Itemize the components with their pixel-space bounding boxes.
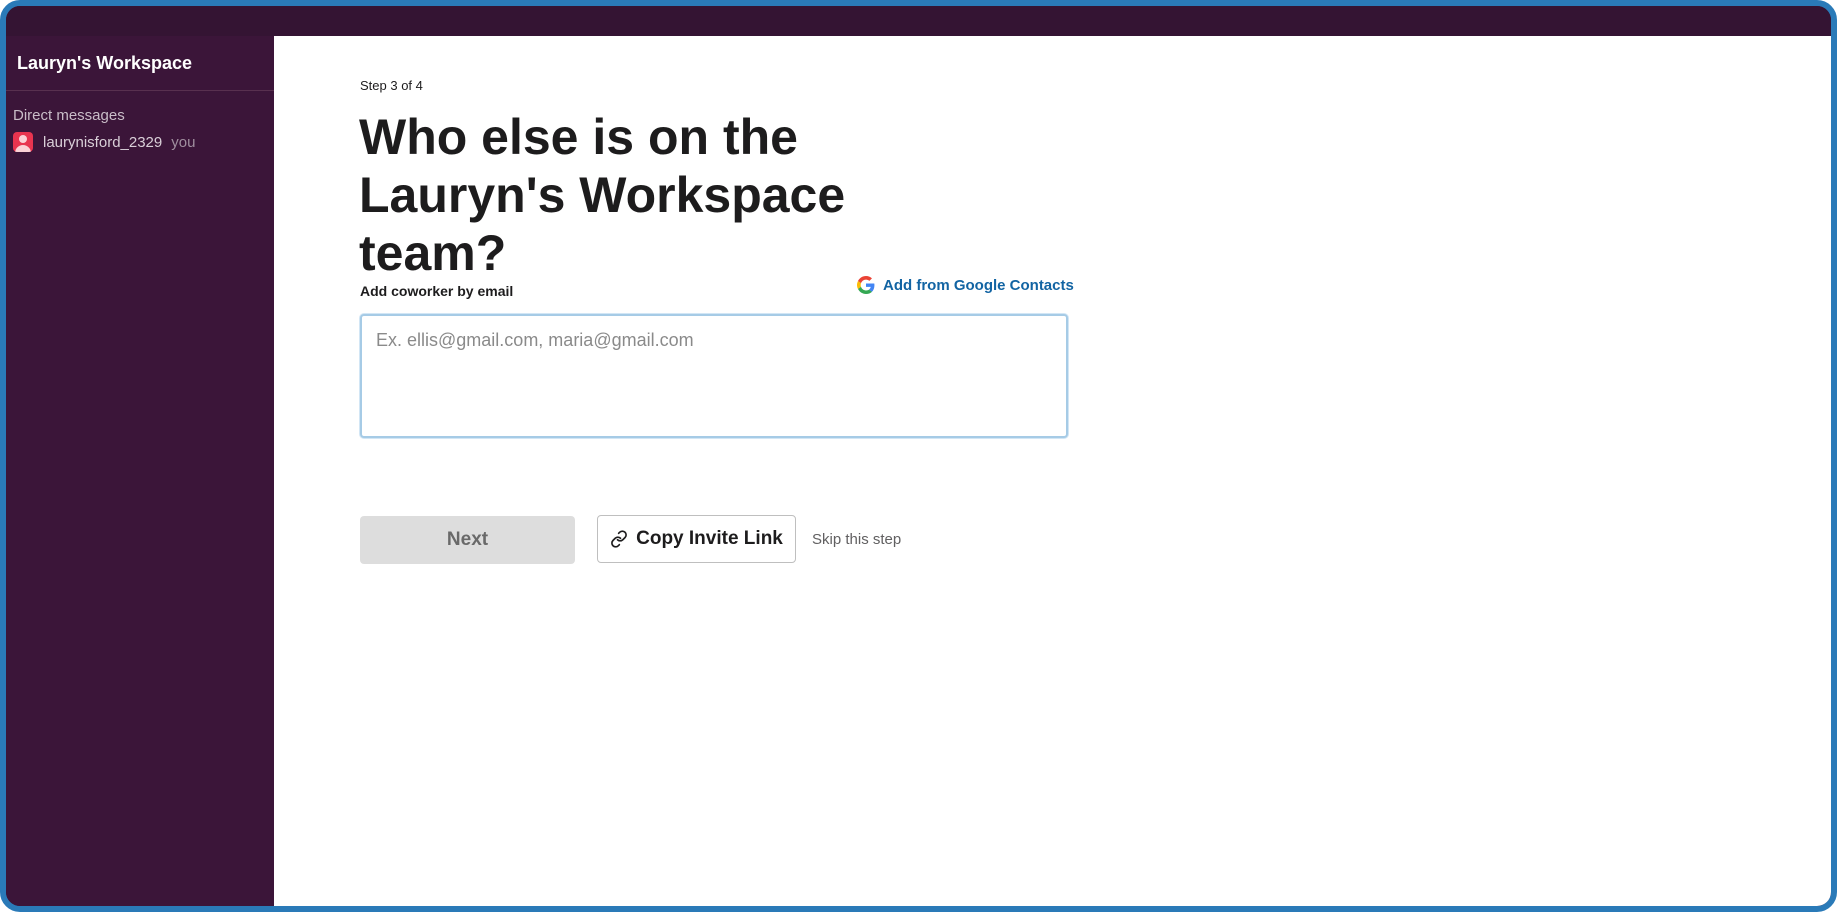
page-title: Who else is on the Lauryn's Workspace te… [359,109,846,281]
dm-username: laurynisford_2329 [43,133,163,151]
app-window: Lauryn's Workspace Direct messages laury… [0,0,1837,912]
workspace-header[interactable]: Lauryn's Workspace [6,36,274,91]
dm-you-label: you [171,133,196,151]
email-field-label: Add coworker by email [360,283,514,299]
copy-invite-link-label: Copy Invite Link [636,528,783,549]
google-contacts-label: Add from Google Contacts [883,276,1074,294]
direct-messages-heading[interactable]: Direct messages [6,107,274,124]
coworker-email-input[interactable] [360,314,1068,438]
link-icon [611,530,628,548]
next-button[interactable]: Next [360,516,575,564]
sidebar: Lauryn's Workspace Direct messages laury… [6,36,274,906]
user-avatar-icon [13,132,33,152]
skip-step-link[interactable]: Skip this step [812,531,901,548]
step-indicator: Step 3 of 4 [360,78,423,93]
main-content: Step 3 of 4 Who else is on the Lauryn's … [274,36,1831,906]
workspace-name[interactable]: Lauryn's Workspace [17,53,192,74]
add-from-google-contacts-link[interactable]: Add from Google Contacts [857,276,1074,294]
google-icon [857,276,875,294]
top-bar [6,6,1831,36]
copy-invite-link-button[interactable]: Copy Invite Link [597,515,796,563]
dm-item-self[interactable]: laurynisford_2329 you [6,130,274,154]
